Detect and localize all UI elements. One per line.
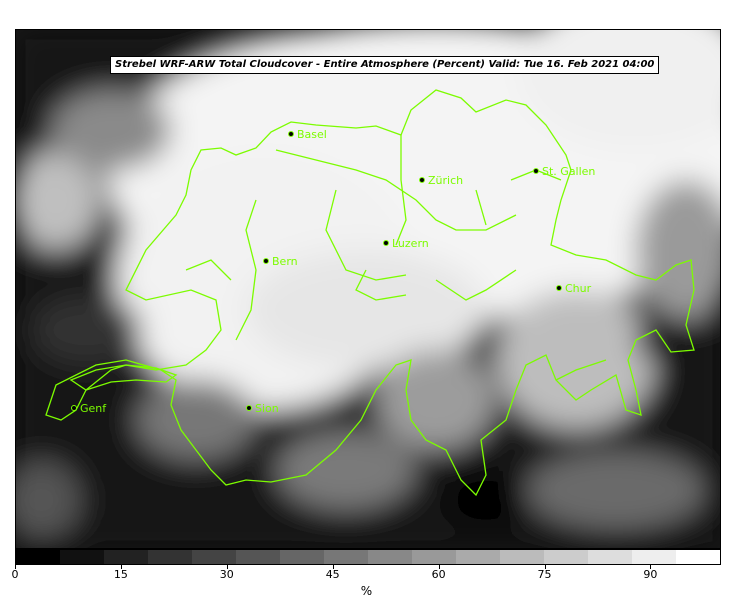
colorbar-segment [544,550,588,564]
colorbar-segment [324,550,368,564]
colorbar-unit-label: % [360,584,373,598]
colorbar-segment [192,550,236,564]
colorbar-segment [16,550,60,564]
colorbar-tick-label: 30 [219,568,234,581]
colorbar-segment [236,550,280,564]
city-marker [383,240,389,246]
colorbar-segment [412,550,456,564]
colorbar-segment [632,550,676,564]
colorbar-segment [60,550,104,564]
city-marker [556,285,562,291]
city-marker [288,131,294,137]
city-label: Bern [272,255,298,268]
city-marker [419,177,425,183]
cloud-field [16,30,720,548]
colorbar [15,549,721,565]
colorbar-segment [104,550,148,564]
city-label: Sion [255,402,279,415]
city-marker [533,168,539,174]
city-label: Luzern [392,237,429,250]
city-marker [263,258,269,264]
colorbar-tick-label: 45 [325,568,340,581]
colorbar-tick-label: 60 [431,568,446,581]
city-label: Genf [80,402,107,415]
colorbar-segment [500,550,544,564]
city-label: St. Gallen [542,165,595,178]
colorbar-segment [676,550,720,564]
map-panel: Basel Zürich St. Gallen Bern Luzern Chur Genf S… [15,29,721,549]
city-marker [71,405,77,411]
colorbar-segment [368,550,412,564]
city-label: Basel [297,128,327,141]
colorbar-tick-label: 75 [537,568,552,581]
colorbar-tick-label: 15 [113,568,128,581]
colorbar-segment [588,550,632,564]
colorbar-segment [148,550,192,564]
colorbar-ticks: 0 15 30 45 60 75 90 [11,565,721,585]
city-label: Zürich [428,174,463,187]
city-label: Chur [565,282,592,295]
colorbar-segment [280,550,324,564]
colorbar-tick-label: 0 [11,568,19,581]
cloud-cover-map: Basel Zürich St. Gallen Bern Luzern Chur Genf S… [16,30,720,548]
map-title: Strebel WRF-ARW Total Cloudcover - Entir… [110,56,660,74]
colorbar-tick-label: 90 [643,568,658,581]
colorbar-segment [456,550,500,564]
city-marker [246,405,252,411]
